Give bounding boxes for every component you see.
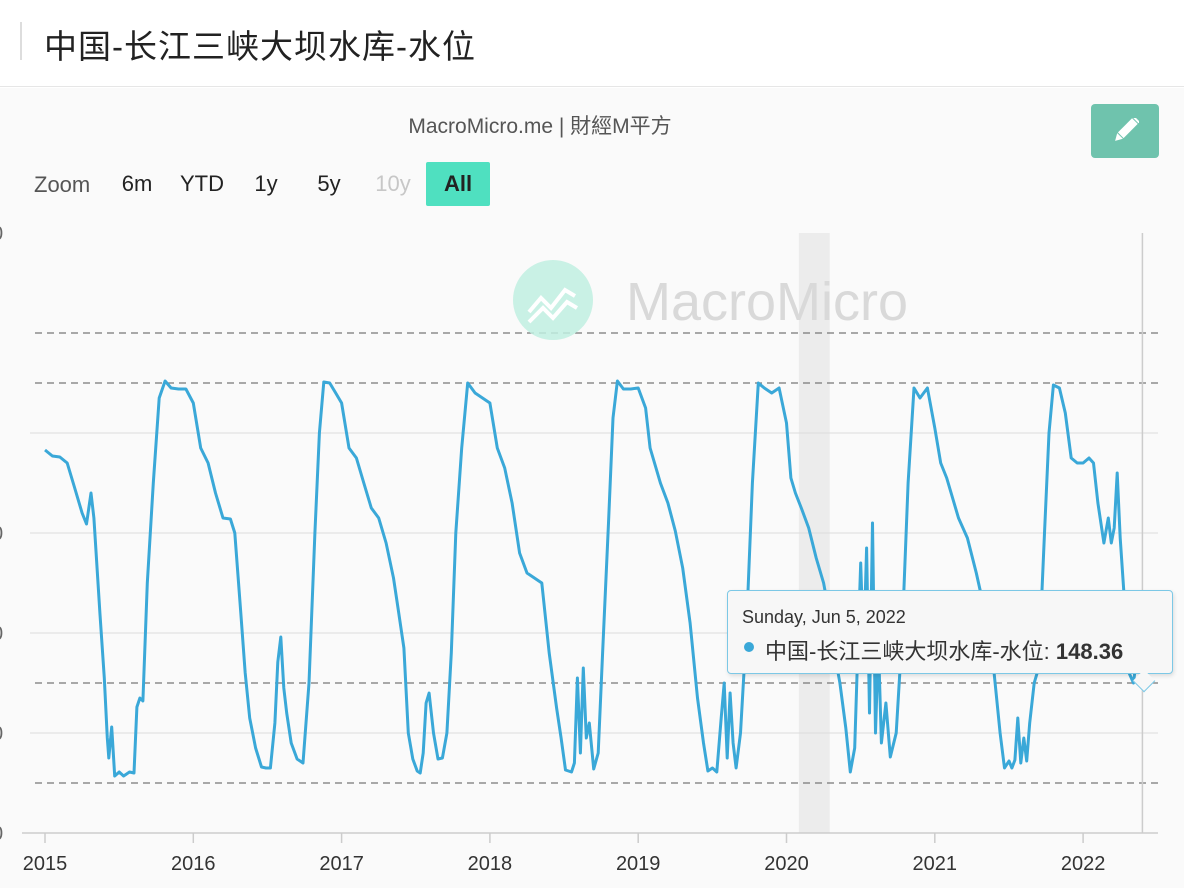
tooltip-date: Sunday, Jun 5, 2022 — [742, 607, 906, 627]
x-tick-label: 2017 — [319, 853, 364, 875]
watermark-logo-icon — [513, 260, 593, 340]
zoom-5y-button[interactable]: 5y — [305, 162, 353, 206]
watermark-text: MacroMicro — [626, 272, 908, 332]
x-tick-label: 2015 — [23, 853, 68, 875]
x-tick-label: 2022 — [1061, 853, 1106, 875]
zoom-6m-button[interactable]: 6m — [112, 162, 162, 206]
x-tick-label: 2016 — [171, 853, 216, 875]
x-tick-label: 2018 — [468, 853, 513, 875]
chart-tooltip: Sunday, Jun 5, 2022 中国-长江三峡大坝水库-水位: 148.… — [727, 590, 1173, 674]
y-tick-label-clipped: 0 — [0, 823, 3, 845]
zoom-10y-button: 10y — [375, 171, 411, 196]
zoom-all-button[interactable]: All — [426, 162, 490, 206]
tooltip-series-name: 中国-长江三峡大坝水库-水位: — [765, 639, 1056, 664]
pencil-icon — [1115, 118, 1139, 141]
tooltip-value: 148.36 — [1055, 639, 1124, 664]
x-tick-label: 2021 — [913, 853, 958, 875]
y-tick-label-clipped: 0 — [0, 723, 3, 745]
chart-credit: MacroMicro.me | 財經M平方 — [408, 115, 672, 138]
tooltip-series-dot — [744, 642, 754, 652]
y-tick-label-clipped: 0 — [0, 223, 3, 245]
series-line — [44, 379, 1144, 778]
x-tick-label: 2020 — [764, 853, 809, 875]
y-tick-label-clipped: 0 — [0, 623, 3, 645]
zoom-label: Zoom — [34, 172, 91, 197]
zoom-1y-button[interactable]: 1y — [243, 162, 289, 206]
y-tick-label-clipped: 0 — [0, 523, 3, 545]
tooltip-series-line: 中国-长江三峡大坝水库-水位: 148.36 — [765, 634, 1123, 666]
edit-button[interactable] — [1091, 104, 1159, 158]
zoom-ytd-button[interactable]: YTD — [172, 162, 232, 206]
x-tick-label: 2019 — [616, 853, 661, 875]
